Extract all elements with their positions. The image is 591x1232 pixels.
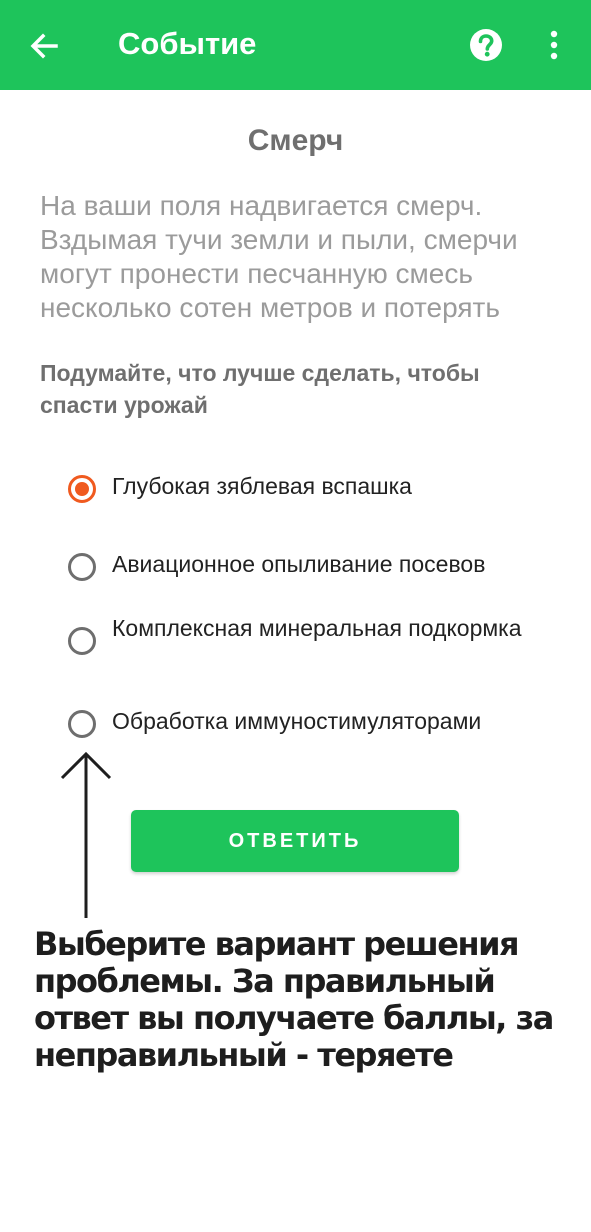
option-label: Обработка иммуностимуляторами xyxy=(112,708,482,734)
option-label: Авиационное опыливание посевов xyxy=(112,551,486,577)
radio-button[interactable] xyxy=(68,627,96,655)
event-title: Смерч xyxy=(247,124,344,157)
more-vertical-icon xyxy=(550,30,558,60)
radio-button[interactable] xyxy=(68,553,96,581)
option-mineral-feeding[interactable]: Комплексная минеральная подкормка xyxy=(66,613,566,655)
option-aerial-dusting[interactable]: Авиационное опыливание посевов xyxy=(66,549,566,589)
page-title: Событие xyxy=(118,26,257,61)
option-deep-plowing[interactable]: Глубокая зяблевая вспашка xyxy=(66,471,566,511)
question-prompt: Подумайте, что лучше сделать, чтобы спас… xyxy=(40,360,480,418)
arrow-left-icon xyxy=(30,33,58,59)
option-label: Комплексная минеральная подкормка xyxy=(112,615,522,641)
event-description: На ваши поля надвигается смерч. Вздымая … xyxy=(40,190,518,323)
back-button[interactable] xyxy=(22,23,68,69)
answer-button[interactable]: ОТВЕТИТЬ xyxy=(131,810,459,872)
overflow-menu-button[interactable] xyxy=(540,24,568,66)
radio-button[interactable] xyxy=(68,475,96,503)
help-button[interactable] xyxy=(467,26,505,64)
hint-annotation: Выберите вариант решения проблемы. За пр… xyxy=(34,925,554,1074)
arrow-up-annotation-icon xyxy=(60,751,112,918)
app-bar: Событие xyxy=(0,0,591,90)
option-label: Глубокая зяблевая вспашка xyxy=(112,473,412,499)
option-immunostimulants[interactable]: Обработка иммуностимуляторами xyxy=(66,706,566,746)
help-circle-icon xyxy=(470,29,502,61)
radio-button[interactable] xyxy=(68,710,96,738)
